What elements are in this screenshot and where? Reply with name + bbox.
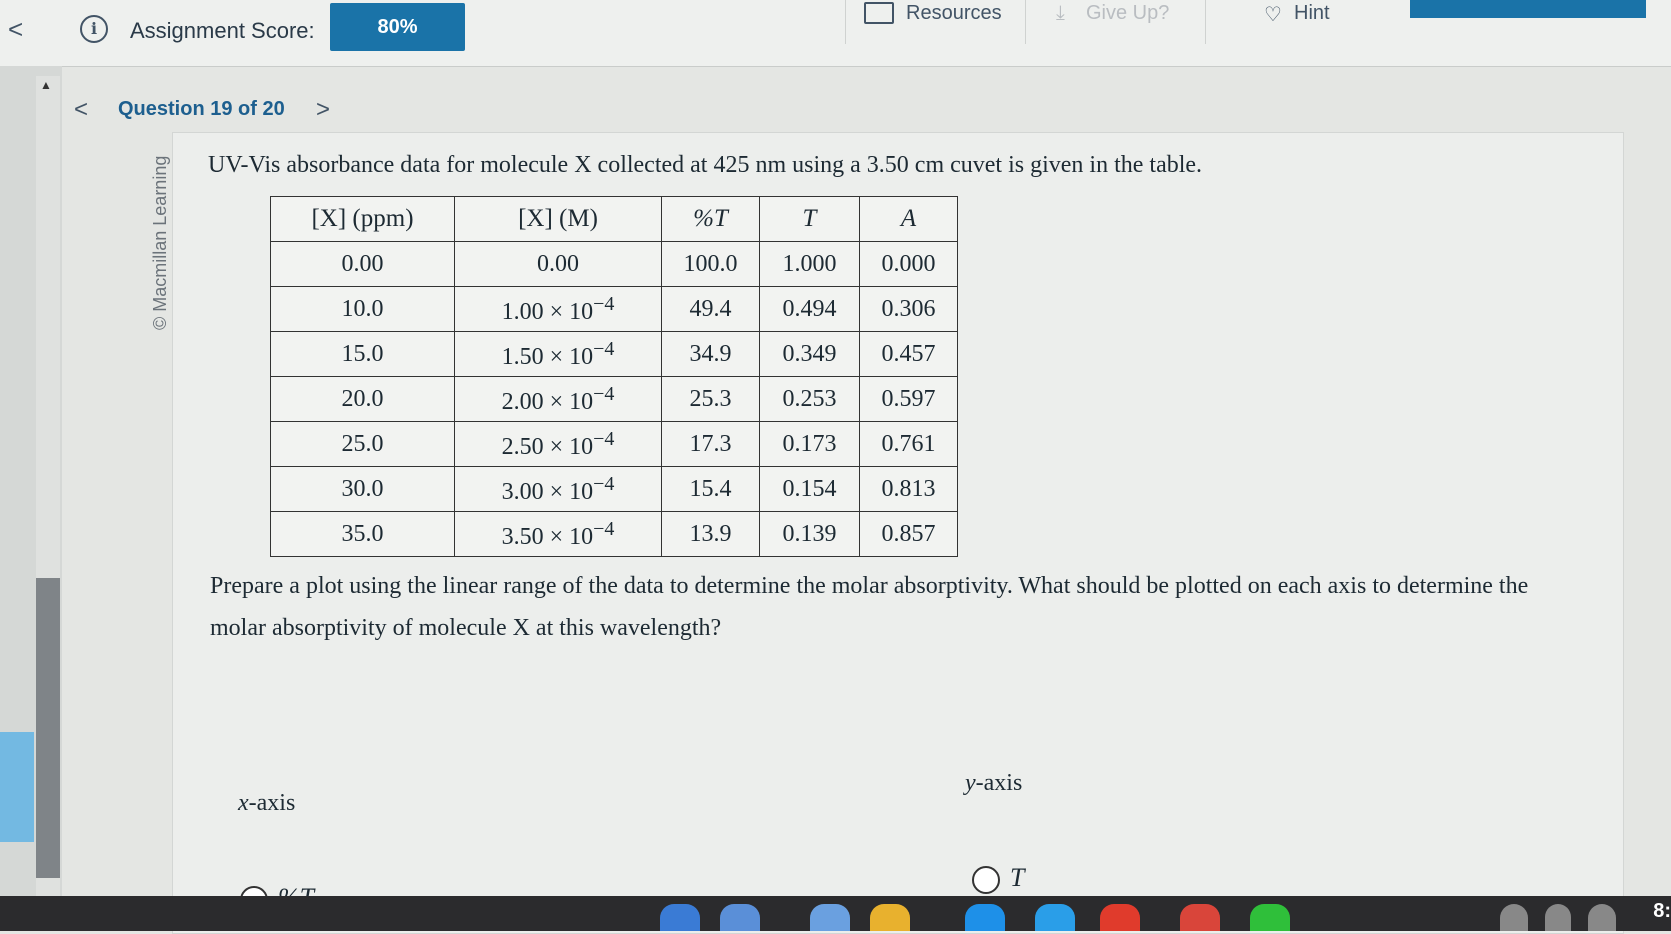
primary-action-tab[interactable] (1410, 0, 1646, 18)
table-row: 30.0 3.00 × 10−4 15.4 0.154 0.813 (270, 466, 958, 512)
cell-a: 0.761 (859, 421, 958, 467)
cell-ppm: 10.0 (270, 286, 455, 332)
info-icon[interactable]: i (80, 15, 108, 43)
cell-percent-t: 100.0 (661, 241, 760, 287)
y-axis-option-t[interactable]: T (972, 863, 1025, 895)
table-row: 0.00 0.00 100.0 1.000 0.000 (270, 241, 958, 287)
radio-button[interactable] (972, 866, 1000, 895)
cell-molar: 3.50 × 10−4 (454, 511, 662, 557)
option-label: T (1010, 863, 1025, 892)
taskbar-app-icon[interactable] (1100, 904, 1140, 931)
cell-ppm: 35.0 (270, 511, 455, 557)
cell-t: 1.000 (759, 241, 860, 287)
taskbar-app-icon[interactable] (965, 904, 1005, 931)
cell-a: 0.857 (859, 511, 958, 557)
cell-a: 0.457 (859, 331, 958, 377)
taskbar-app-icon[interactable] (1035, 904, 1075, 931)
next-question-icon[interactable]: > (316, 96, 330, 124)
cell-molar: 0.00 (454, 241, 662, 287)
battery-icon[interactable] (1588, 904, 1616, 931)
left-rail: ▲ ▼ (0, 66, 62, 931)
cell-a: 0.000 (859, 241, 958, 287)
cell-t: 0.494 (759, 286, 860, 332)
top-toolbar: < i Assignment Score: 80% Resources ⤓ Gi… (0, 0, 1671, 67)
cell-molar: 1.00 × 10−4 (454, 286, 662, 332)
cell-a: 0.306 (859, 286, 958, 332)
cell-ppm: 0.00 (270, 241, 455, 287)
clock-label: 8: (1653, 900, 1671, 922)
table-row: 35.0 3.50 × 10−4 13.9 0.139 0.857 (270, 511, 958, 557)
previous-question-icon[interactable]: < (74, 96, 88, 124)
cell-ppm: 25.0 (270, 421, 455, 467)
os-taskbar: 8: (0, 896, 1671, 931)
table-row: 15.0 1.50 × 10−4 34.9 0.349 0.457 (270, 331, 958, 377)
table-row: 25.0 2.50 × 10−4 17.3 0.173 0.761 (270, 421, 958, 467)
cell-a: 0.597 (859, 376, 958, 422)
cell-molar: 3.00 × 10−4 (454, 466, 662, 512)
x-axis-label: x-axis (238, 790, 296, 816)
hint-label: Hint (1294, 2, 1330, 24)
table-row: 20.0 2.00 × 10−4 25.3 0.253 0.597 (270, 376, 958, 422)
cell-t: 0.173 (759, 421, 860, 467)
taskbar-app-icon[interactable] (1180, 904, 1220, 931)
resources-label: Resources (906, 2, 1002, 24)
question-prompt: Prepare a plot using the linear range of… (210, 573, 1529, 641)
header-concentration-ppm: [X] (ppm) (270, 196, 455, 242)
table-header-row: [X] (ppm) [X] (M) %T T A (270, 196, 958, 242)
question-intro: UV-Vis absorbance data for molecule X co… (208, 152, 1203, 178)
cell-percent-t: 49.4 (661, 286, 760, 332)
header-absorbance: A (859, 196, 958, 242)
absorbance-data-table: [X] (ppm) [X] (M) %T T A 0.00 0.00 100.0… (270, 196, 958, 557)
give-up-label: Give Up? (1086, 2, 1170, 24)
wifi-icon[interactable] (1500, 904, 1528, 931)
cell-percent-t: 34.9 (661, 331, 760, 377)
cell-percent-t: 25.3 (661, 376, 760, 422)
taskbar-folder-icon[interactable] (870, 904, 910, 931)
lightbulb-icon: ♡ (1264, 4, 1282, 26)
cell-percent-t: 15.4 (661, 466, 760, 512)
cell-t: 0.154 (759, 466, 860, 512)
cell-molar: 2.50 × 10−4 (454, 421, 662, 467)
cell-t: 0.253 (759, 376, 860, 422)
question-title[interactable]: Question 19 of 20 (118, 98, 285, 121)
header-transmittance: T (759, 196, 860, 242)
copyright-label: © Macmillan Learning (150, 155, 170, 330)
cell-t: 0.349 (759, 331, 860, 377)
cell-percent-t: 13.9 (661, 511, 760, 557)
assignment-score-label: Assignment Score: (130, 18, 315, 43)
cell-ppm: 15.0 (270, 331, 455, 377)
taskbar-app-icon[interactable] (660, 904, 700, 931)
give-up-icon: ⤓ (1056, 2, 1065, 24)
back-chevron-icon[interactable]: < (8, 16, 23, 42)
cell-molar: 2.00 × 10−4 (454, 376, 662, 422)
folder-icon (864, 2, 894, 24)
resources-button[interactable]: Resources (845, 0, 1026, 44)
scroll-up-arrow-icon[interactable]: ▲ (40, 78, 52, 92)
header-percent-transmittance: %T (661, 196, 760, 242)
scrollbar-thumb[interactable] (36, 578, 60, 878)
rail-highlight (0, 732, 34, 842)
taskbar-app-icon[interactable] (1250, 904, 1290, 931)
table-row: 10.0 1.00 × 10−4 49.4 0.494 0.306 (270, 286, 958, 332)
cell-a: 0.813 (859, 466, 958, 512)
give-up-button[interactable]: ⤓ Give Up? (1025, 0, 1206, 44)
volume-icon[interactable] (1545, 904, 1571, 931)
taskbar-app-icon[interactable] (810, 904, 850, 931)
taskbar-app-icon[interactable] (720, 904, 760, 931)
cell-molar: 1.50 × 10−4 (454, 331, 662, 377)
assignment-score-badge: 80% (330, 3, 465, 51)
cell-ppm: 20.0 (270, 376, 455, 422)
hint-button[interactable]: ♡ Hint (1205, 0, 1386, 44)
cell-ppm: 30.0 (270, 466, 455, 512)
y-axis-label: y-axis (965, 770, 1023, 796)
cell-t: 0.139 (759, 511, 860, 557)
header-concentration-molar: [X] (M) (454, 196, 662, 242)
cell-percent-t: 17.3 (661, 421, 760, 467)
